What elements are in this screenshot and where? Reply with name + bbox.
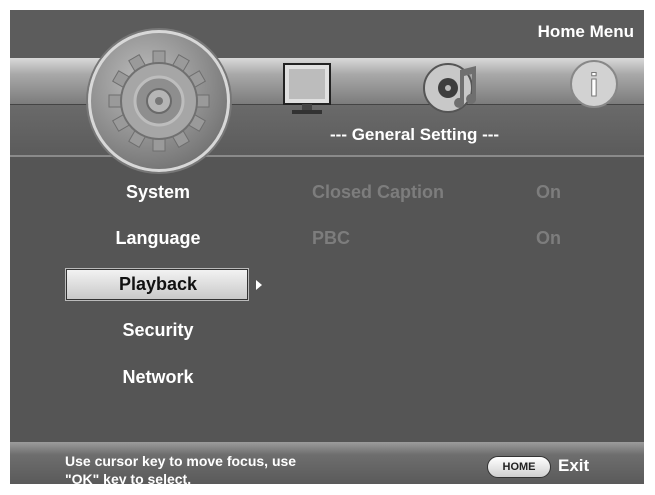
- menu-item-system[interactable]: System: [68, 182, 248, 203]
- info-icon[interactable]: i: [568, 58, 620, 110]
- chevron-right-icon: [256, 280, 262, 290]
- home-button[interactable]: HOME: [487, 456, 551, 478]
- menu-item-playback[interactable]: Playback: [68, 274, 248, 295]
- info-glyph: i: [590, 67, 599, 103]
- help-text-line-1: Use cursor key to move focus, use: [65, 453, 297, 469]
- setting-pbc-value[interactable]: On: [536, 228, 561, 249]
- footer: Use cursor key to move focus, use "OK" k…: [10, 442, 644, 484]
- menu-item-network[interactable]: Network: [68, 367, 248, 388]
- help-text-line-2: "OK" key to select.: [65, 471, 192, 484]
- gear-icon: [108, 50, 210, 152]
- help-text: Use cursor key to move focus, use "OK" k…: [65, 452, 385, 484]
- page-title: Home Menu: [537, 22, 634, 41]
- tab-general-setting[interactable]: [88, 30, 230, 172]
- setting-pbc-label[interactable]: PBC: [312, 228, 350, 249]
- menu-item-language[interactable]: Language: [68, 228, 248, 249]
- monitor-icon[interactable]: [278, 60, 338, 120]
- setting-closed-caption-label[interactable]: Closed Caption: [312, 182, 444, 203]
- audio-disc-icon[interactable]: [420, 58, 484, 118]
- section-title: --- General Setting ---: [330, 125, 500, 144]
- header: i Home Menu --- General Setting ---: [10, 10, 644, 172]
- exit-label: Exit: [558, 456, 590, 475]
- setting-closed-caption-value[interactable]: On: [536, 182, 561, 203]
- home-menu-screen: i Home Menu --- General Setting --- Syst…: [10, 10, 644, 484]
- menu-item-security[interactable]: Security: [68, 320, 248, 341]
